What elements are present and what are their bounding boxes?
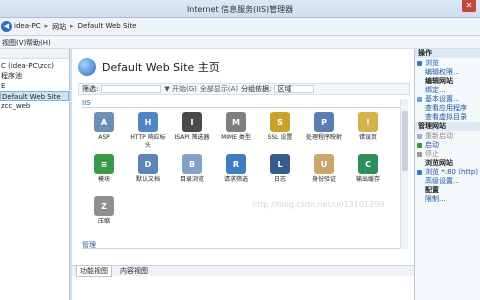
watermark-text: http://blog.csdn.net/u013101299 [252,200,385,209]
handler-mappings-icon: P [314,112,334,132]
window-title: Internet 信息服务(IIS)管理器 [186,5,294,14]
output-caching-icon: C [358,154,378,174]
actions-panel: 操作 浏览 编辑权限... 编辑网站 绑定... 基本设置... 查看应用程序 … [414,49,480,300]
filter-label: 筛选: [82,85,99,93]
action-start[interactable]: 启动 [415,141,480,150]
vertical-scrollbar[interactable] [400,99,408,249]
action-bindings[interactable]: 绑定... [415,86,480,95]
default-document-icon: D [138,154,158,174]
section-iis: IIS [82,99,402,108]
http-headers-icon: H [138,112,158,132]
breadcrumb-separator-icon: ▸ [70,22,74,30]
breadcrumb-separator-icon: ▸ [44,22,49,30]
browse-http-icon [417,170,422,175]
settings-icon [417,97,422,102]
modules-icon: ≡ [94,154,114,174]
menu-view[interactable]: 视图(V) [2,38,26,48]
request-filtering-icon: R [226,154,246,174]
scroll-thumb[interactable] [402,111,408,171]
action-group-browse-site: 浏览网站 [425,159,453,167]
filter-bar: 筛选: ▼ 开始(G) 全部显示(A) 分组依据: 区域 [78,83,410,95]
action-browse[interactable]: 浏览 [415,59,480,68]
action-group-configure: 配置 [425,186,439,194]
tree-item-zcc-web[interactable]: zcc_web [0,101,69,111]
address-bar: ◀ idea-PC ▸ 网站 ▸ Default Web Site [0,18,480,36]
actions-title: 操作 [415,49,480,58]
action-browse-http[interactable]: 浏览 *:80 (http) [415,168,480,177]
feature-isapi-filters[interactable]: I ISAPI 筛选器 [172,112,212,142]
directory-browsing-icon: B [182,154,202,174]
feature-handler-mappings[interactable]: P 处理程序映射 [304,112,344,142]
action-limits[interactable]: 限制... [415,195,480,204]
logging-icon: L [270,154,290,174]
filter-input[interactable] [101,85,162,93]
feature-http-headers[interactable]: H HTTP 响应标头 [128,112,168,150]
feature-directory-browsing[interactable]: B 目录浏览 [172,154,212,184]
feature-default-document[interactable]: D 默认文档 [128,154,168,184]
feature-modules[interactable]: ≡ 模块 [84,154,124,184]
action-view-virtual-directories[interactable]: 查看虚拟目录 [415,113,480,122]
tab-content-view[interactable]: 内容视图 [120,266,148,276]
feature-asp[interactable]: A ASP [84,112,124,142]
mime-types-icon: M [226,112,246,132]
tree-item-default-web-site[interactable]: Default Web Site [0,91,69,101]
browse-icon [417,61,422,66]
authentication-icon: U [314,154,334,174]
breadcrumb-item[interactable]: Default Web Site [78,22,137,32]
tree-item-server[interactable]: C (idea-PC\zcc) [0,61,69,71]
action-advanced-settings[interactable]: 高级设置... [415,177,480,186]
group-by-select[interactable]: 区域 [274,85,315,93]
section-management: 管理 [82,240,402,249]
tab-features-view[interactable]: 功能视图 [76,265,112,277]
connections-toolbar [0,49,69,59]
close-button[interactable]: ✕ [462,0,476,12]
breadcrumb-item[interactable]: idea-PC [14,22,41,32]
error-pages-icon: ! [358,112,378,132]
action-group-edit-site: 编辑网站 [425,77,453,85]
action-basic-settings[interactable]: 基本设置... [415,95,480,104]
action-view-applications[interactable]: 查看应用程序 [415,104,480,113]
features-view: Default Web Site 主页 筛选: ▼ 开始(G) 全部显示(A) … [72,49,414,300]
page-title: Default Web Site 主页 [102,61,220,74]
page-heading: Default Web Site 主页 [78,57,220,77]
tree-item-app-pools[interactable]: 程序池 [0,71,69,81]
menu-help[interactable]: 帮助(H) [26,38,51,48]
feature-output-caching[interactable]: C 输出缓存 [348,154,388,184]
tree-item-sites[interactable]: E [0,81,69,91]
feature-logging[interactable]: L 日志 [260,154,300,184]
start-filter-button[interactable]: ▼ 开始(G) [164,84,197,94]
breadcrumb: idea-PC ▸ 网站 ▸ Default Web Site [14,22,136,32]
show-all-button[interactable]: 全部显示(A) [200,84,238,94]
globe-icon [78,58,96,76]
action-stop[interactable]: 停止 [415,150,480,159]
feature-error-pages[interactable]: ! 错误页 [348,112,388,142]
title-bar: Internet 信息服务(IIS)管理器 ✕ [0,0,480,18]
breadcrumb-item[interactable]: 网站 [52,22,66,32]
menu-bar: 视图(V) 帮助(H) [0,36,480,49]
view-tabs: 功能视图 内容视图 [72,265,414,277]
manage-site-title: 管理网站 [415,122,480,131]
feature-mime-types[interactable]: M MIME 类型 [216,112,256,142]
feature-request-filtering[interactable]: R 请求筛选 [216,154,256,184]
restart-icon [417,134,422,139]
action-edit-permissions[interactable]: 编辑权限... [415,68,480,77]
action-restart[interactable]: 重新启动 [415,132,480,141]
connections-panel: C (idea-PC\zcc) 程序池 E Default Web Site z… [0,49,70,300]
feature-ssl-settings[interactable]: S SSL 设置 [260,112,300,142]
compression-icon: Z [94,196,114,216]
lock-icon: S [270,112,290,132]
play-icon [417,143,422,148]
feature-authentication[interactable]: U 身份验证 [304,154,344,184]
group-by-label: 分组依据: [241,85,272,93]
isapi-filters-icon: I [182,112,202,132]
asp-icon: A [94,112,114,132]
feature-compression[interactable]: Z 压缩 [84,196,124,226]
back-icon[interactable]: ◀ [1,21,12,32]
stop-icon [417,152,422,157]
